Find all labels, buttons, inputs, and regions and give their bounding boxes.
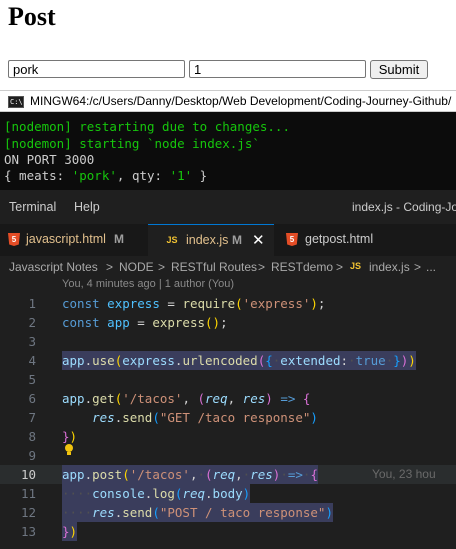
code-content: app.post('/tacos',·(req,·res)·=>·{ [62, 465, 318, 484]
code-content: ····res.send("POST / taco response") [62, 503, 333, 522]
terminal-output[interactable]: [nodemon] restarting due to changes... [… [0, 112, 456, 190]
chevron-right-icon: > [336, 260, 344, 274]
chevron-right-icon: > [158, 260, 166, 274]
close-icon[interactable]: ✕ [252, 231, 265, 249]
chevron-right-icon: > [414, 260, 422, 274]
line-number: 2 [28, 315, 36, 330]
line-number: 9 [28, 448, 36, 463]
html5-icon: 5 [8, 233, 20, 246]
code-line: 5 [0, 370, 456, 389]
code-line: 1 const express = require('express'); [0, 294, 456, 313]
line-number: 11 [20, 486, 36, 501]
menu-terminal[interactable]: Terminal [9, 200, 56, 214]
code-content: ····console.log(req.body) [62, 484, 251, 503]
line-number: 8 [28, 429, 36, 444]
terminal-line: [nodemon] restarting due to changes... [4, 119, 290, 134]
tab-label: getpost.html [305, 232, 374, 246]
lightbulb-icon[interactable] [64, 444, 74, 456]
code-line: 11 ····console.log(req.body) [0, 484, 456, 503]
chevron-right-icon: > [106, 260, 114, 274]
html5-icon: 5 [286, 233, 298, 246]
code-content: const app = express(); [62, 315, 228, 330]
line-number: 5 [28, 372, 36, 387]
breadcrumb-item[interactable]: RESTdemo [271, 260, 333, 274]
terminal-titlebar[interactable]: C:\ MINGW64:/c/Users/Danny/Desktop/Web D… [0, 90, 456, 112]
terminal-line: { meats: 'pork', qty: '1' } [4, 168, 208, 183]
menu-help[interactable]: Help [74, 200, 100, 214]
inline-blame: You, 23 hou [372, 467, 436, 481]
modified-badge: M [232, 233, 242, 247]
terminal-icon: C:\ [8, 96, 24, 108]
line-number: 12 [20, 505, 36, 520]
code-line: 2 const app = express(); [0, 313, 456, 332]
tab-javascript-html[interactable]: 5 javascript.html M [0, 224, 148, 256]
tab-getpost-html[interactable]: 5 getpost.html [274, 224, 456, 256]
code-content: res.send("GET /taco response") [92, 410, 318, 425]
breadcrumb-item[interactable]: index.js [369, 260, 410, 274]
window-title: index.js - Coding-Jo [352, 200, 456, 214]
terminal-line: ON PORT 3000 [4, 152, 95, 167]
code-content: }) [62, 522, 78, 541]
line-number: 7 [28, 410, 36, 425]
code-line: 4 app.use(express.urlencoded({·extended:… [0, 351, 456, 370]
modified-badge: M [114, 232, 124, 246]
code-content: const express = require('express'); [62, 296, 326, 311]
line-number: 4 [28, 353, 36, 368]
line-number: 6 [28, 391, 36, 406]
js-icon: JS [350, 261, 362, 271]
code-line: 7 res.send("GET /taco response") [0, 408, 456, 427]
line-number: 3 [28, 334, 36, 349]
page-title: Post [8, 2, 56, 31]
qty-input[interactable] [189, 60, 366, 78]
meat-input[interactable] [8, 60, 185, 78]
breadcrumb-item[interactable]: RESTful Routes [171, 260, 257, 274]
chevron-right-icon: > [258, 260, 266, 274]
js-icon: JS [166, 235, 178, 245]
editor-tabs: 5 javascript.html M JS index.js M ✕ 5 ge… [0, 224, 456, 256]
terminal-line: [nodemon] starting `node index.js` [4, 136, 260, 151]
line-number: 10 [20, 467, 36, 482]
code-line-current: 10 app.post('/tacos',·(req,·res)·=>·{ Yo… [0, 465, 456, 484]
code-line: 6 app.get('/tacos', (req, res) => { [0, 389, 456, 408]
breadcrumb: Javascript Notes > NODE > RESTful Routes… [0, 256, 456, 278]
tab-label: javascript.html [26, 232, 106, 246]
breadcrumb-item[interactable]: ... [426, 260, 436, 274]
code-content: app.use(express.urlencoded({·extended:·t… [62, 351, 416, 370]
terminal-title: MINGW64:/c/Users/Danny/Desktop/Web Devel… [30, 94, 452, 108]
code-content: app.get('/tacos', (req, res) => { [62, 391, 311, 406]
code-line: 3 [0, 332, 456, 351]
submit-button[interactable]: Submit [370, 60, 428, 79]
vscode-menubar: Terminal Help index.js - Coding-Jo [0, 190, 456, 224]
tab-label: index.js [186, 233, 229, 247]
line-number: 13 [20, 524, 36, 539]
code-line: 12 ····res.send("POST / taco response") [0, 503, 456, 522]
code-line: 13 }) [0, 522, 456, 541]
tab-index-js[interactable]: JS index.js M ✕ [148, 224, 274, 256]
breadcrumb-item[interactable]: NODE [119, 260, 154, 274]
post-page: Post Submit [0, 0, 456, 88]
line-number: 1 [28, 296, 36, 311]
codelens-blame[interactable]: You, 4 minutes ago | 1 author (You) [62, 278, 234, 290]
code-editor[interactable]: You, 4 minutes ago | 1 author (You) 1 co… [0, 278, 456, 549]
breadcrumb-item[interactable]: Javascript Notes [9, 260, 98, 274]
